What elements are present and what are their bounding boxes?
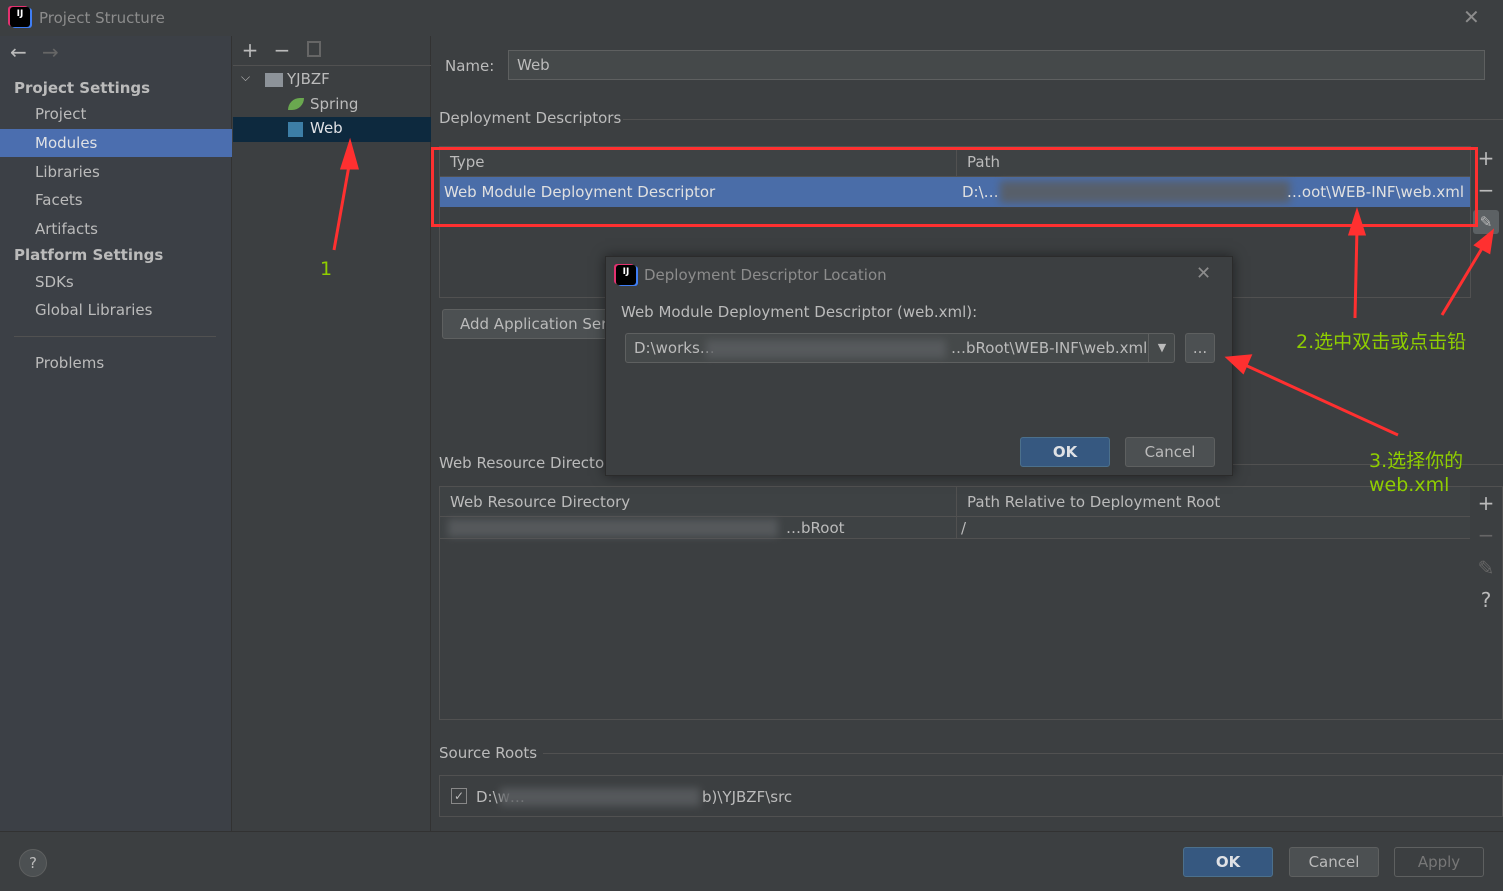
annotation-step-3-line2: web.xml (1369, 474, 1450, 496)
annotation-step-2: 2.选中双击或点击铅 (1296, 331, 1467, 353)
arrow-3 (1244, 363, 1399, 437)
arrow-2b (1440, 244, 1486, 316)
arrow-2a-head (1347, 207, 1367, 236)
arrow-1 (332, 159, 352, 251)
arrow-1-head (339, 137, 359, 170)
arrow-2a (1353, 227, 1359, 319)
annotation-step-3: 3.选择你的 (1369, 450, 1464, 472)
annotation-step-1: 1 (320, 258, 333, 280)
arrow-2b-head (1473, 228, 1495, 255)
arrow-3-head (1224, 354, 1253, 375)
annotation-arrows (332, 137, 1495, 437)
